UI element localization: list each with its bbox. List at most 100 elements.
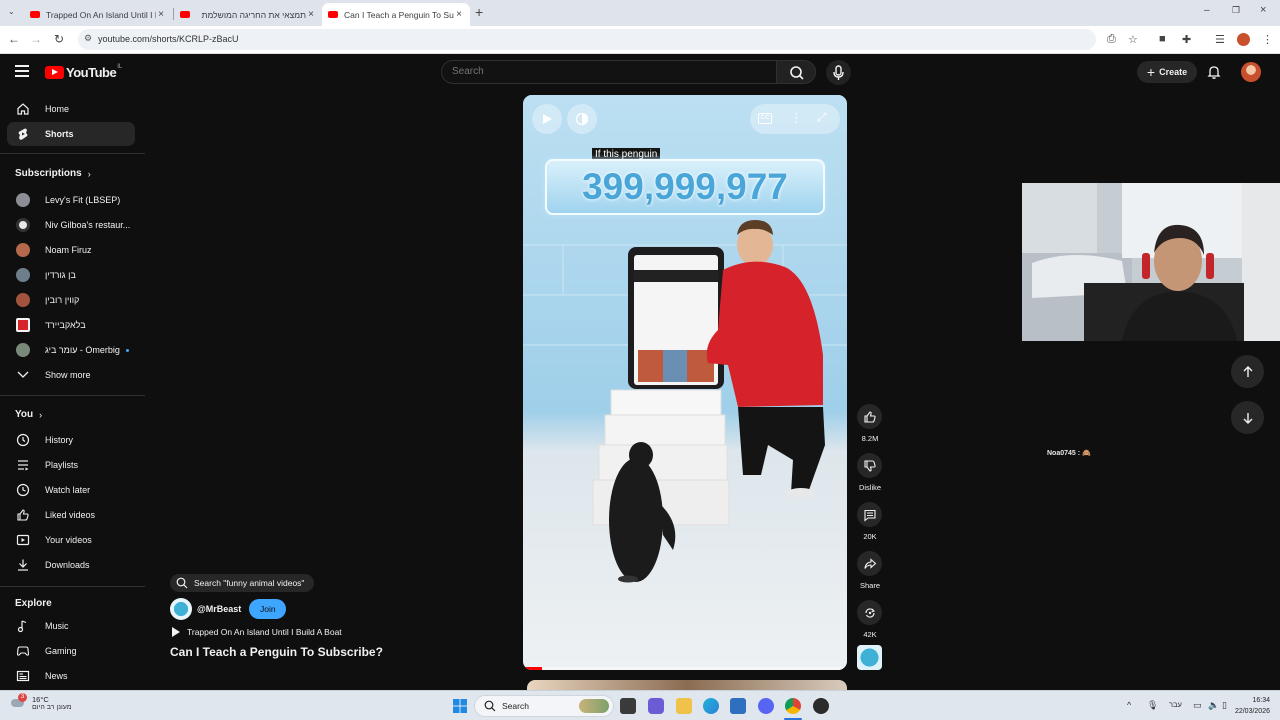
comments-button[interactable]	[857, 502, 882, 527]
channel-avatar[interactable]	[170, 598, 192, 620]
tray-overflow-icon[interactable]: ^	[1127, 700, 1131, 710]
sidebar-item-watch-later[interactable]: Watch later	[7, 478, 135, 502]
dislike-button[interactable]	[857, 453, 882, 478]
language-indicator[interactable]: עבר	[1169, 700, 1182, 709]
sidebar-item-playlists[interactable]: Playlists	[7, 453, 135, 477]
install-app-icon[interactable]: ⎙	[1107, 33, 1116, 46]
you-heading[interactable]: You ›	[15, 409, 42, 420]
browser-tab-2[interactable]: תמצאי את החריגה המושלמת ×	[174, 3, 322, 26]
close-tab-icon[interactable]: ×	[156, 9, 166, 20]
captions-icon[interactable]: CC	[758, 113, 772, 124]
account-avatar[interactable]	[1241, 62, 1261, 82]
browser-tab-1[interactable]: Trapped On An Island Until I Bu ×	[24, 3, 172, 26]
related-video-link[interactable]: Trapped On An Island Until I Build A Boa…	[172, 627, 342, 637]
next-short-preview[interactable]	[527, 680, 847, 690]
network-icon[interactable]: ▭	[1193, 700, 1202, 711]
tab-search-chevron-icon[interactable]: ⌄	[8, 7, 15, 16]
close-tab-icon[interactable]: ×	[454, 9, 464, 20]
thumbs-up-icon	[14, 508, 32, 522]
channel-name[interactable]: @MrBeast	[197, 604, 241, 614]
shorts-video-player[interactable]: CC ⋮ ⤢ If this penguin 399,999,977	[523, 95, 847, 670]
store-icon[interactable]	[730, 698, 746, 714]
forward-icon[interactable]: →	[28, 32, 44, 46]
video-progress-bar[interactable]	[523, 667, 847, 670]
sidebar-item-history[interactable]: History	[7, 428, 135, 452]
maximize-icon[interactable]: ❐	[1232, 5, 1240, 16]
search-input[interactable]	[452, 66, 752, 77]
search-button[interactable]	[776, 60, 816, 84]
profile-avatar[interactable]	[1237, 33, 1250, 46]
microphone-icon[interactable]: 🎙	[1147, 700, 1158, 711]
site-info-icon[interactable]: ⚙	[84, 33, 92, 44]
speaker-icon[interactable]: 🔈	[1208, 700, 1219, 711]
back-icon[interactable]: ←	[6, 32, 22, 46]
browser-tab-3-active[interactable]: Can I Teach a Penguin To Subscr ×	[322, 3, 470, 26]
new-tab-icon[interactable]: +	[475, 4, 483, 20]
sidebar-item-subscription[interactable]: Levy's Fit (LBSEP)	[7, 188, 135, 212]
fullscreen-icon[interactable]: ⤢	[817, 110, 827, 125]
obs-icon[interactable]	[813, 698, 829, 714]
video-title[interactable]: Can I Teach a Penguin To Subscribe?	[170, 645, 383, 659]
minimize-icon[interactable]: –	[1204, 5, 1210, 16]
chrome-icon[interactable]	[785, 698, 801, 714]
sidebar-item-home[interactable]: Home	[7, 97, 135, 121]
like-action[interactable]: 8.2M	[857, 404, 882, 443]
close-tab-icon[interactable]: ×	[306, 9, 316, 20]
previous-short-button[interactable]	[1231, 355, 1264, 388]
browser-menu-icon[interactable]: ⋮	[1262, 33, 1273, 46]
share-action[interactable]: Share	[857, 551, 882, 590]
sidebar-item-news[interactable]: News	[7, 664, 135, 688]
sidebar-item-liked-videos[interactable]: Liked videos	[7, 503, 135, 527]
show-more-button[interactable]: Show more	[7, 363, 135, 387]
clock[interactable]: 16:34 22/03/2026	[1235, 695, 1270, 717]
sidebar-item-label: Shorts	[45, 129, 74, 139]
weather-widget[interactable]: 3 16°C מעונן רב היום	[10, 693, 72, 711]
dislike-action[interactable]: Dislike	[857, 453, 882, 492]
menu-icon[interactable]	[15, 65, 29, 77]
more-options-icon[interactable]: ⋮	[790, 110, 803, 126]
bookmark-star-icon[interactable]: ☆	[1128, 33, 1138, 46]
sidebar-item-gaming[interactable]: Gaming	[7, 639, 135, 663]
remix-button[interactable]	[857, 600, 882, 625]
create-button[interactable]: + Create	[1137, 61, 1197, 83]
share-button[interactable]	[857, 551, 882, 576]
play-button[interactable]	[532, 104, 562, 134]
join-button[interactable]: Join	[249, 599, 287, 619]
next-short-button[interactable]	[1231, 401, 1264, 434]
edge-icon[interactable]	[703, 698, 719, 714]
voice-search-button[interactable]	[826, 60, 851, 85]
sidebar-item-subscription[interactable]: בן גורדין	[7, 263, 135, 287]
discord-icon[interactable]	[758, 698, 774, 714]
teams-icon[interactable]	[648, 698, 664, 714]
comments-action[interactable]: 20K	[857, 502, 882, 541]
file-explorer-icon[interactable]	[676, 698, 692, 714]
sidebar-item-subscription[interactable]: Noam Firuz	[7, 238, 135, 262]
extensions-puzzle-icon[interactable]: ✚	[1182, 33, 1191, 46]
task-view-icon[interactable]	[620, 698, 636, 714]
reload-icon[interactable]: ↻	[51, 32, 67, 46]
reading-list-icon[interactable]: ☰	[1215, 33, 1225, 46]
remix-action[interactable]: 42K	[857, 600, 882, 639]
battery-icon[interactable]: ▯	[1222, 700, 1227, 711]
sound-thumbnail[interactable]	[857, 645, 882, 670]
sidebar-item-downloads[interactable]: Downloads	[7, 553, 135, 577]
search-suggestion-chip[interactable]: Search "funny animal videos"	[170, 574, 315, 592]
address-bar[interactable]: ⚙ youtube.com/shorts/KCRLP-zBacU	[78, 29, 1096, 50]
sidebar-item-subscription[interactable]: בלאקביירד	[7, 313, 135, 337]
shorts-icon	[14, 127, 32, 141]
sidebar-item-subscription[interactable]: קווין רובין	[7, 288, 135, 312]
windows-start-icon[interactable]	[452, 698, 468, 714]
taskbar-search-box[interactable]: Search	[474, 695, 614, 717]
close-window-icon[interactable]: ×	[1260, 4, 1266, 16]
volume-button[interactable]	[567, 104, 597, 134]
subscriptions-heading[interactable]: Subscriptions ›	[15, 168, 91, 179]
notifications-button[interactable]	[1206, 64, 1222, 85]
youtube-logo[interactable]: YouTube IL	[45, 64, 122, 80]
sidebar-item-subscription[interactable]: עומר ביג - Omerbig	[7, 338, 135, 362]
sidebar-item-subscription[interactable]: Niv Gilboa's restaur...	[7, 213, 135, 237]
sidebar-item-music[interactable]: Music	[7, 614, 135, 638]
sidebar-item-shorts[interactable]: Shorts	[7, 122, 135, 146]
sidebar-item-your-videos[interactable]: Your videos	[7, 528, 135, 552]
extension-icon[interactable]: ■	[1159, 33, 1166, 45]
like-button[interactable]	[857, 404, 882, 429]
